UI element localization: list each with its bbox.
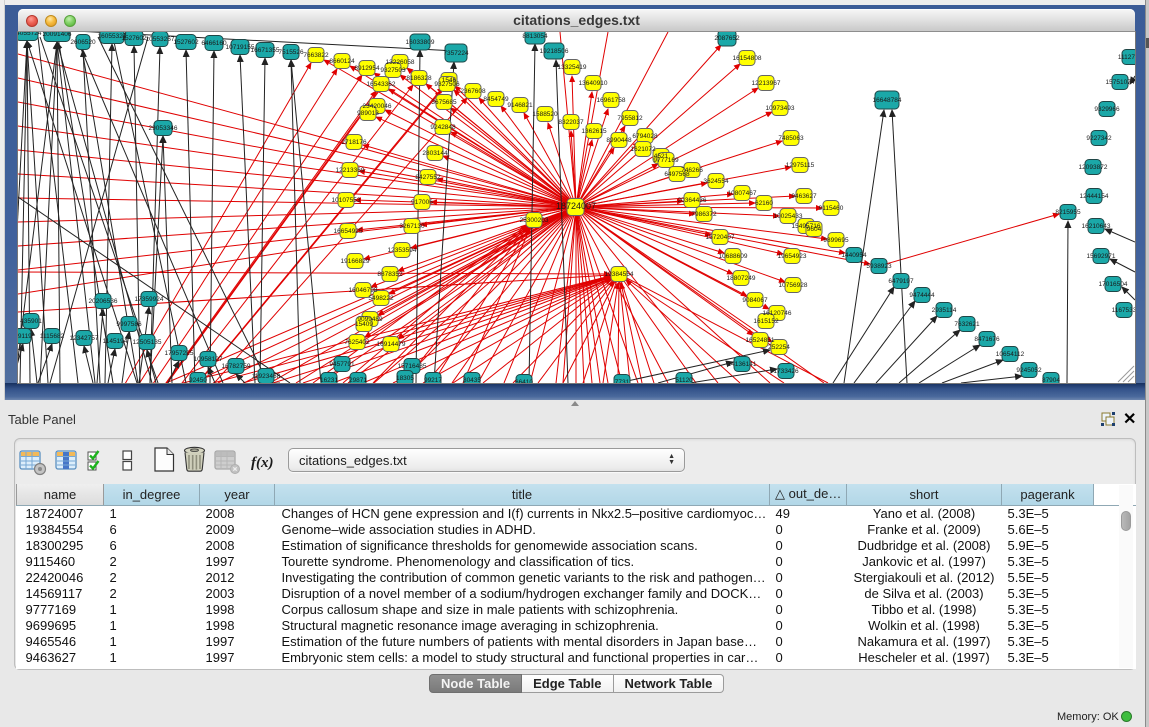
- svg-text:f(x): f(x): [251, 455, 274, 471]
